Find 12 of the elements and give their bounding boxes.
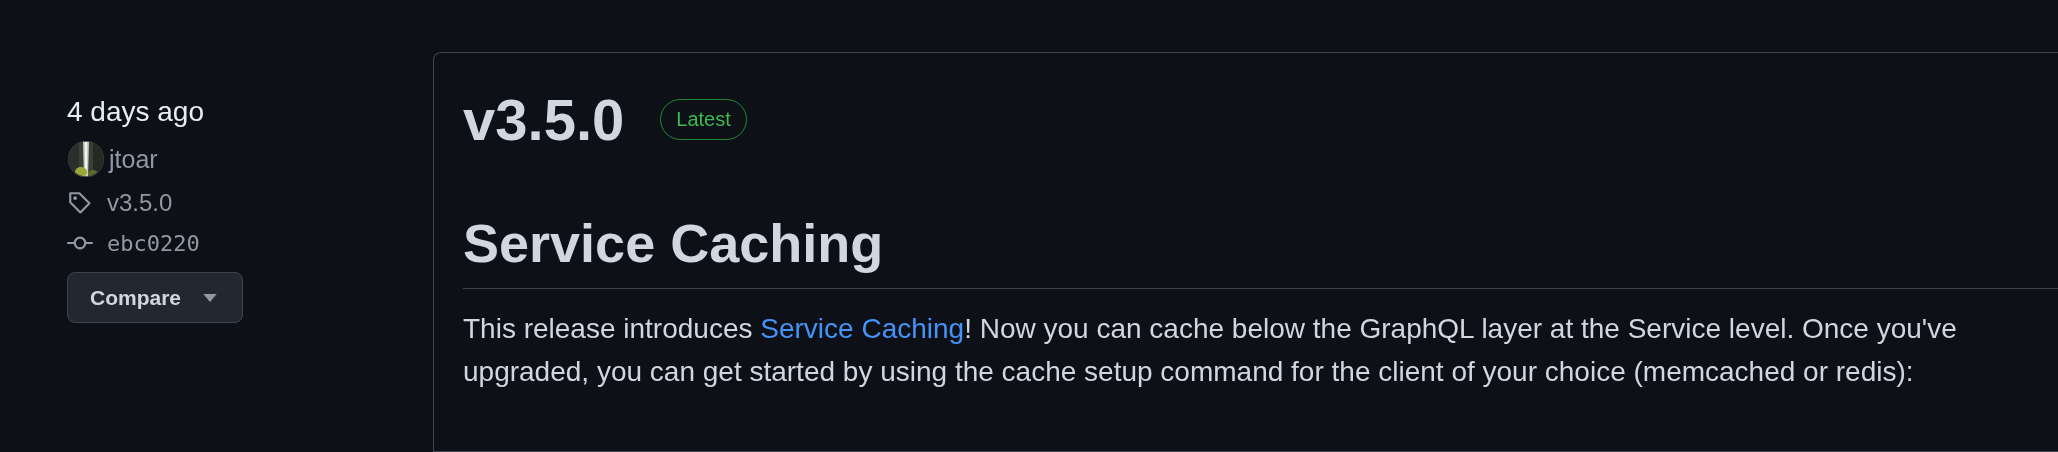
commit-link[interactable]: ebc0220 [107, 230, 200, 256]
release-date: 4 days ago [67, 98, 205, 126]
commit-icon [67, 235, 93, 251]
service-caching-link[interactable]: Service Caching [760, 312, 965, 344]
release-title: v3.5.0 [463, 85, 625, 153]
caret-icon [203, 293, 218, 302]
author-link[interactable]: jtoar [109, 144, 158, 174]
release-description: This release introduces Service Caching! Now you can cache below the GraphQL layer at the Service level. Once you've upgraded, you can get started by using the cache setup command for the client of your choice (memcached or redis): [463, 311, 1958, 390]
compare-button[interactable]: Compare [67, 272, 243, 323]
tag-link[interactable]: v3.5.0 [107, 189, 173, 217]
section-heading: Service Caching [463, 212, 885, 275]
tag-icon [67, 190, 93, 216]
